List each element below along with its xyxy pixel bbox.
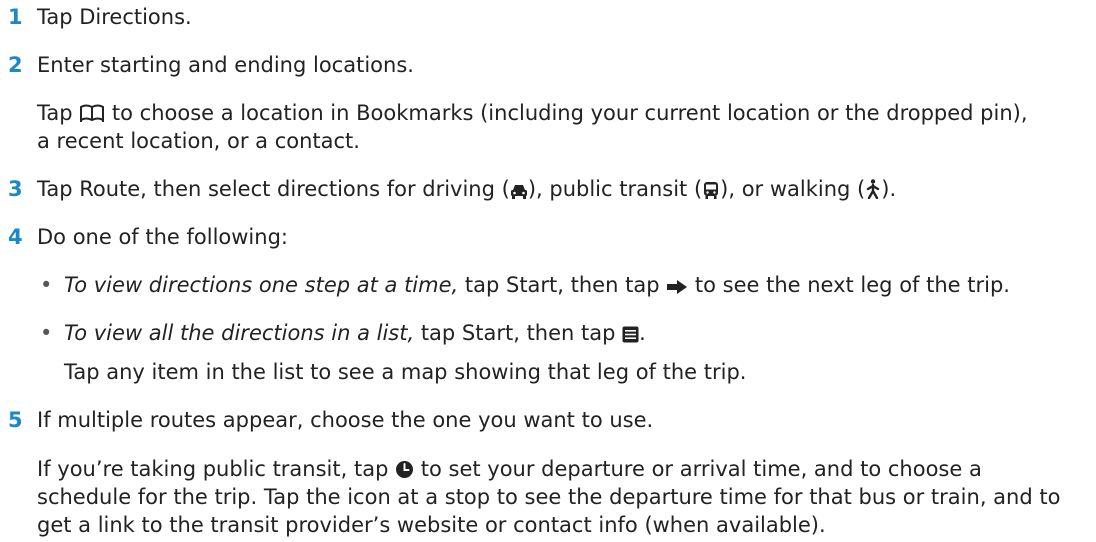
bullet-text-part: to see the next leg of the trip.	[688, 273, 1010, 297]
transit-note-line2: schedule for the trip. Tap the icon at a…	[37, 485, 1061, 509]
bullet-text-part: tap Start, then tap	[458, 273, 667, 297]
step-number: 3	[8, 177, 23, 201]
bullet-text-part: .	[639, 321, 646, 345]
step-2-detail: Tap to choose a location in Bookmarks (i…	[37, 99, 1028, 127]
bullet-italic-text: To view all the directions in a list,	[64, 321, 415, 345]
bullet-text: To view directions one step at a time, t…	[64, 271, 1010, 299]
transit-note-line3: get a link to the transit provider’s web…	[37, 513, 826, 537]
step-text: Do one of the following:	[37, 225, 288, 249]
step-number: 2	[8, 53, 23, 77]
step-text: If multiple routes appear, choose the on…	[37, 408, 654, 432]
step-number: 5	[8, 408, 23, 432]
bullet-text-part: tap Start, then tap	[414, 321, 623, 345]
bullet-glyph: •	[40, 273, 53, 297]
transit-note-text: If you’re taking public transit, tap	[37, 457, 396, 481]
bookmarks-icon	[79, 103, 105, 123]
step-text: Enter starting and ending locations.	[37, 53, 414, 77]
bullet-2-detail: Tap any item in the list to see a map sh…	[64, 360, 747, 384]
step-text-part: ), public transit (	[527, 177, 703, 201]
transit-note-text: to set your departure or arrival time, a…	[414, 457, 982, 481]
car-icon	[510, 183, 528, 199]
clock-icon	[395, 460, 414, 479]
step-number: 1	[8, 5, 23, 29]
bullet-italic-text: To view directions one step at a time,	[64, 273, 459, 297]
step-text-part: ), or walking (	[720, 177, 866, 201]
step-text: Tap Directions.	[37, 5, 192, 29]
step-text: Tap Route, then select directions for dr…	[37, 175, 896, 203]
step-text-part: Tap Route, then select directions for dr…	[37, 177, 510, 201]
detail-text: to choose a location in Bookmarks (inclu…	[105, 101, 1028, 125]
detail-text: Tap	[37, 101, 80, 125]
walking-icon	[865, 179, 881, 199]
bullet-glyph: •	[40, 321, 53, 345]
step-2-detail-line2: a recent location, or a contact.	[37, 129, 360, 153]
step-text-part: ).	[881, 177, 897, 201]
list-icon	[622, 326, 639, 343]
transit-note-line1: If you’re taking public transit, tap to …	[37, 455, 982, 483]
step-number: 4	[8, 225, 23, 249]
bus-icon	[702, 181, 720, 199]
arrow-right-icon	[666, 279, 688, 295]
bullet-text: To view all the directions in a list, ta…	[64, 319, 646, 347]
